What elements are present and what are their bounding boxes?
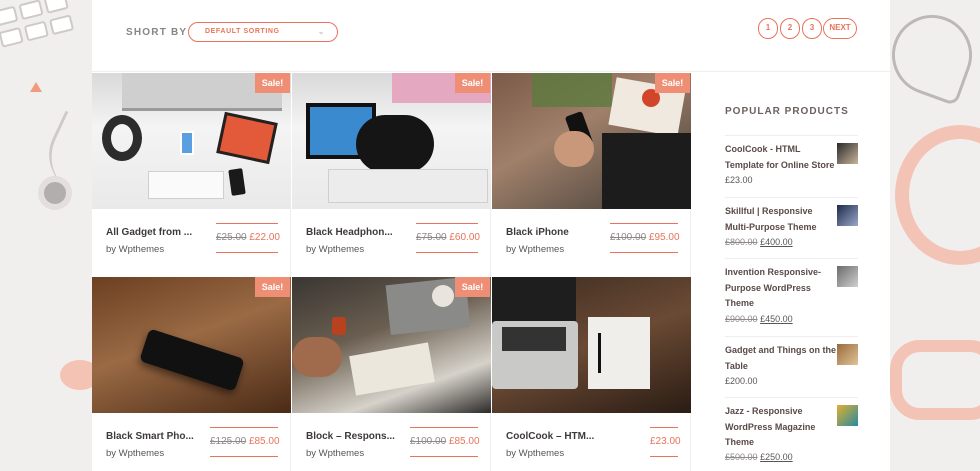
- old-price: £100.00: [410, 436, 447, 447]
- old-price: £800.00: [725, 237, 758, 247]
- triangle-decoration: [30, 82, 42, 92]
- old-price: £500.00: [725, 452, 758, 462]
- product-author: by Wpthemes: [106, 448, 165, 459]
- headphone-jack-decoration: [38, 176, 72, 210]
- shop-panel: SHORT BY DEFAULT SORTING ⌄ 1 2 3 NEXT Sa…: [92, 0, 890, 471]
- popular-product-price: £500.00 £250.00: [725, 452, 793, 462]
- sale-price: £85.00: [248, 436, 280, 447]
- sale-badge: Sale!: [255, 73, 290, 93]
- sale-badge: Sale!: [255, 277, 290, 297]
- old-price: £900.00: [725, 314, 758, 324]
- product-image[interactable]: [292, 73, 491, 209]
- sale-price: £60.00: [449, 232, 480, 243]
- popular-product-price: £23.00: [725, 175, 753, 185]
- sale-badge: Sale!: [455, 73, 490, 93]
- glasses-decoration: [890, 340, 980, 420]
- popular-product-name[interactable]: CoolCook - HTML Template for Online Stor…: [725, 142, 837, 173]
- sort-dropdown-value: DEFAULT SORTING: [205, 28, 280, 35]
- popular-product-price: £200.00: [725, 376, 758, 386]
- shop-toolbar: SHORT BY DEFAULT SORTING ⌄ 1 2 3 NEXT: [92, 0, 890, 72]
- sidebar-title: POPULAR PRODUCTS: [725, 106, 849, 117]
- product-name[interactable]: All Gadget from ...: [106, 227, 192, 238]
- page-1-button[interactable]: 1: [758, 18, 778, 39]
- chevron-down-icon: ⌄: [317, 27, 325, 36]
- product-price: £100.00 £85.00: [410, 427, 480, 457]
- popular-product-price: £900.00 £450.00: [725, 314, 793, 324]
- product-thumbnail[interactable]: [837, 344, 858, 365]
- product-price: £125.00 £85.00: [210, 427, 280, 457]
- price: £400.00: [760, 237, 793, 247]
- popular-product-item[interactable]: Skillful | Responsive Multi-Purpose Them…: [725, 197, 858, 258]
- product-thumbnail[interactable]: [837, 405, 858, 426]
- popular-product-name[interactable]: Invention Responsive-Purpose WordPress T…: [725, 265, 837, 312]
- sale-price: £95.00: [648, 232, 680, 243]
- product-price: £100.00 £95.00: [610, 223, 680, 253]
- product-author: by Wpthemes: [106, 244, 165, 255]
- product-name[interactable]: Black Smart Pho...: [106, 431, 194, 442]
- product-card[interactable]: Sale! All Gadget from ... by Wpthemes £2…: [92, 73, 291, 277]
- sale-price: £22.00: [249, 232, 280, 243]
- product-author: by Wpthemes: [306, 244, 365, 255]
- popular-product-name[interactable]: Skillful | Responsive Multi-Purpose Them…: [725, 204, 837, 235]
- popular-product-item[interactable]: Jazz - Responsive WordPress Magazine The…: [725, 397, 858, 467]
- old-price: £125.00: [210, 436, 247, 447]
- sale-badge: Sale!: [655, 73, 690, 93]
- product-card[interactable]: Sale! Black iPhone by Wpthemes £100.00 £…: [492, 73, 691, 277]
- product-thumbnail[interactable]: [837, 143, 858, 164]
- old-price: £25.00: [216, 232, 247, 243]
- price: £250.00: [760, 452, 793, 462]
- product-name[interactable]: Block – Respons...: [306, 431, 395, 442]
- popular-product-item[interactable]: CoolCook - HTML Template for Online Stor…: [725, 135, 858, 197]
- product-author: by Wpthemes: [306, 448, 365, 459]
- page-2-button[interactable]: 2: [780, 18, 800, 39]
- product-price: £23.00: [650, 427, 681, 457]
- scribble-decoration: [880, 3, 980, 107]
- product-card[interactable]: CoolCook – HTM... by Wpthemes £23.00: [492, 277, 691, 471]
- product-name[interactable]: Black Headphon...: [306, 227, 393, 238]
- popular-product-item[interactable]: Invention Responsive-Purpose WordPress T…: [725, 258, 858, 336]
- price: £200.00: [725, 376, 758, 386]
- product-thumbnail[interactable]: [837, 205, 858, 226]
- popular-product-price: £800.00 £400.00: [725, 237, 793, 247]
- popular-product-name[interactable]: Jazz - Responsive WordPress Magazine The…: [725, 404, 837, 451]
- product-price: £75.00 £60.00: [416, 223, 480, 253]
- sale-badge: Sale!: [455, 277, 490, 297]
- popular-product-item[interactable]: Gadget and Things on the Table £200.00: [725, 336, 858, 397]
- product-name[interactable]: Black iPhone: [506, 227, 569, 238]
- old-price: £75.00: [416, 232, 447, 243]
- product-image[interactable]: [92, 277, 291, 413]
- sort-dropdown[interactable]: DEFAULT SORTING ⌄: [188, 22, 338, 42]
- circle-decoration: [895, 125, 980, 265]
- product-image[interactable]: [292, 277, 491, 413]
- keyboard-decoration: [0, 0, 97, 71]
- next-page-button[interactable]: NEXT: [823, 18, 857, 39]
- product-price: £25.00 £22.00: [216, 223, 280, 253]
- price: £23.00: [650, 436, 681, 447]
- popular-product-name[interactable]: Gadget and Things on the Table: [725, 343, 837, 374]
- product-author: by Wpthemes: [506, 448, 565, 459]
- product-image[interactable]: [492, 277, 691, 413]
- page-3-button[interactable]: 3: [802, 18, 822, 39]
- price: £450.00: [760, 314, 793, 324]
- old-price: £100.00: [610, 232, 647, 243]
- product-thumbnail[interactable]: [837, 266, 858, 287]
- price: £23.00: [725, 175, 753, 185]
- sort-label: SHORT BY: [126, 27, 188, 38]
- product-card[interactable]: Sale! Block – Respons... by Wpthemes £10…: [292, 277, 491, 471]
- product-image[interactable]: [492, 73, 691, 209]
- sale-price: £85.00: [448, 436, 480, 447]
- product-card[interactable]: Sale! Black Smart Pho... by Wpthemes £12…: [92, 277, 291, 471]
- product-author: by Wpthemes: [506, 244, 565, 255]
- product-card[interactable]: Sale! Black Headphon... by Wpthemes £75.…: [292, 73, 491, 277]
- product-name[interactable]: CoolCook – HTM...: [506, 431, 594, 442]
- product-image[interactable]: [92, 73, 291, 209]
